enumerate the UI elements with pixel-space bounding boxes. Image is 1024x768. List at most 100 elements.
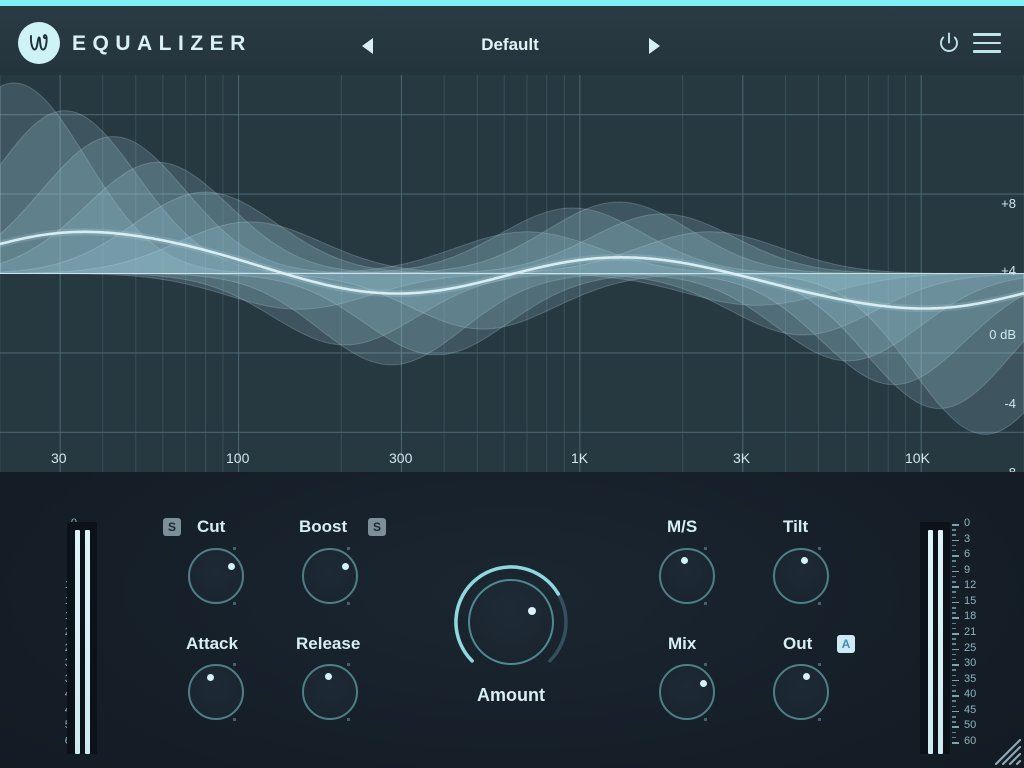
output-meter-bar-l [928, 530, 933, 754]
meter-scale-label: 35 [964, 672, 977, 685]
knob-cut[interactable] [188, 548, 244, 604]
output-meter-bars [920, 522, 950, 754]
knob-range-tick [704, 663, 708, 667]
meter-scale-tick [952, 679, 959, 682]
knob-range-tick [347, 547, 351, 551]
knob-indicator-boost [342, 562, 350, 570]
knob-mix[interactable] [659, 664, 715, 720]
meter-scale-minor-tick [952, 638, 956, 640]
knob-range-tick [233, 717, 237, 721]
meter-scale-tick [952, 601, 959, 604]
meter-scale-label: 50 [964, 719, 977, 732]
meter-scale-tick [952, 539, 959, 542]
meter-scale-minor-tick [952, 716, 956, 718]
knob-label-ms: M/S [667, 517, 698, 536]
knob-boost[interactable] [302, 548, 358, 604]
meter-scale-minor-tick [952, 529, 956, 531]
meter-scale-label: 21 [964, 626, 977, 638]
meter-scale-minor-tick [952, 705, 956, 708]
solo-badge-cut[interactable]: S [163, 518, 181, 536]
preset-name[interactable]: Default [400, 35, 620, 55]
meter-scale-label: 60 [964, 735, 977, 747]
meter-scale-minor-tick [952, 653, 956, 656]
knob-range-tick [704, 601, 708, 605]
knob-range-tick [818, 601, 822, 605]
meter-scale-tick [952, 617, 959, 619]
knob-label-tilt: Tilt [783, 517, 809, 536]
power-icon[interactable] [936, 30, 962, 56]
resize-grip-icon[interactable] [982, 726, 1022, 766]
knob-indicator-mix [700, 680, 708, 688]
knob-ms[interactable] [659, 548, 715, 604]
triangle-left-icon [362, 38, 373, 54]
knob-label-release: Release [296, 634, 361, 653]
meter-scale-minor-tick [952, 684, 956, 687]
knob-indicator-cut [228, 562, 236, 570]
meter-scale-label: 30 [964, 657, 977, 670]
meter-scale-minor-tick [952, 544, 956, 547]
knob-label-cut: Cut [197, 517, 226, 536]
meter-scale-minor-tick [952, 736, 956, 739]
meter-scale-minor-tick [952, 534, 956, 536]
auto-badge-out[interactable]: A [837, 635, 855, 653]
knob-indicator-out [803, 672, 811, 680]
knob-attack[interactable] [188, 664, 244, 720]
meter-scale-label: 40 [964, 688, 977, 701]
meter-scale-label: 12 [964, 579, 977, 592]
solo-badge-boost[interactable]: S [368, 518, 386, 536]
knob-label-out: Out [783, 634, 813, 653]
meter-scale-minor-tick [952, 575, 956, 578]
amount-knob-label: Amount [477, 685, 545, 705]
knob-range-tick [347, 663, 351, 667]
meter-scale-label: 15 [964, 594, 977, 607]
meter-scale-minor-tick [952, 643, 956, 645]
knob-range-tick [704, 547, 708, 551]
meter-scale-tick [952, 648, 959, 651]
meter-scale-tick [952, 710, 959, 713]
knob-range-tick [704, 717, 708, 721]
meter-scale-minor-tick [952, 669, 956, 671]
output-meter-bar-r [938, 530, 943, 754]
meter-scale-minor-tick [952, 700, 956, 702]
knob-label-attack: Attack [186, 634, 238, 653]
meter-scale-minor-tick [952, 658, 956, 661]
knob-range-tick [233, 601, 237, 605]
knob-indicator-attack [206, 674, 214, 682]
amount-knob-indicator [528, 607, 537, 616]
meter-scale-minor-tick [952, 721, 956, 723]
meter-scale-tick [952, 555, 959, 557]
header-bar: EQUALIZER Default [0, 6, 1024, 75]
meter-scale-minor-tick [952, 622, 956, 625]
knob-tilt[interactable] [773, 548, 829, 604]
meter-scale-tick [952, 664, 959, 666]
amount-knob[interactable] [468, 579, 554, 665]
eq-curve-plot [0, 75, 1024, 472]
knob-range-tick [233, 663, 237, 667]
meter-scale-minor-tick [952, 674, 956, 677]
meter-scale-label: 3 [964, 532, 971, 545]
meter-scale-tick [952, 570, 959, 573]
knob-release[interactable] [302, 664, 358, 720]
knob-range-tick [818, 663, 822, 667]
knob-range-tick [347, 601, 351, 605]
meter-scale-tick [952, 586, 959, 588]
preset-prev-button[interactable] [360, 36, 380, 56]
meter-scale-label: 45 [964, 703, 977, 716]
knob-range-tick [818, 547, 822, 551]
meter-scale-minor-tick [952, 627, 956, 630]
meter-scale-label: 25 [964, 641, 977, 654]
preset-next-button[interactable] [645, 36, 665, 56]
eq-graph[interactable]: +8 +4 0 dB -4 -8 30 100 300 1K 3K 10K [0, 75, 1024, 472]
meter-scale-tick [952, 633, 959, 635]
knob-out[interactable] [773, 664, 829, 720]
w-logo-icon [18, 22, 60, 64]
knob-range-tick [347, 717, 351, 721]
knob-range-tick [818, 717, 822, 721]
app-title: EQUALIZER [72, 32, 252, 55]
knob-indicator-ms [681, 557, 689, 565]
meter-scale-label: 18 [964, 610, 977, 623]
input-meter-bar-r [85, 530, 90, 754]
input-meter-bars [67, 522, 97, 754]
hamburger-menu-icon[interactable] [973, 33, 1001, 54]
meter-scale-minor-tick [952, 612, 956, 614]
